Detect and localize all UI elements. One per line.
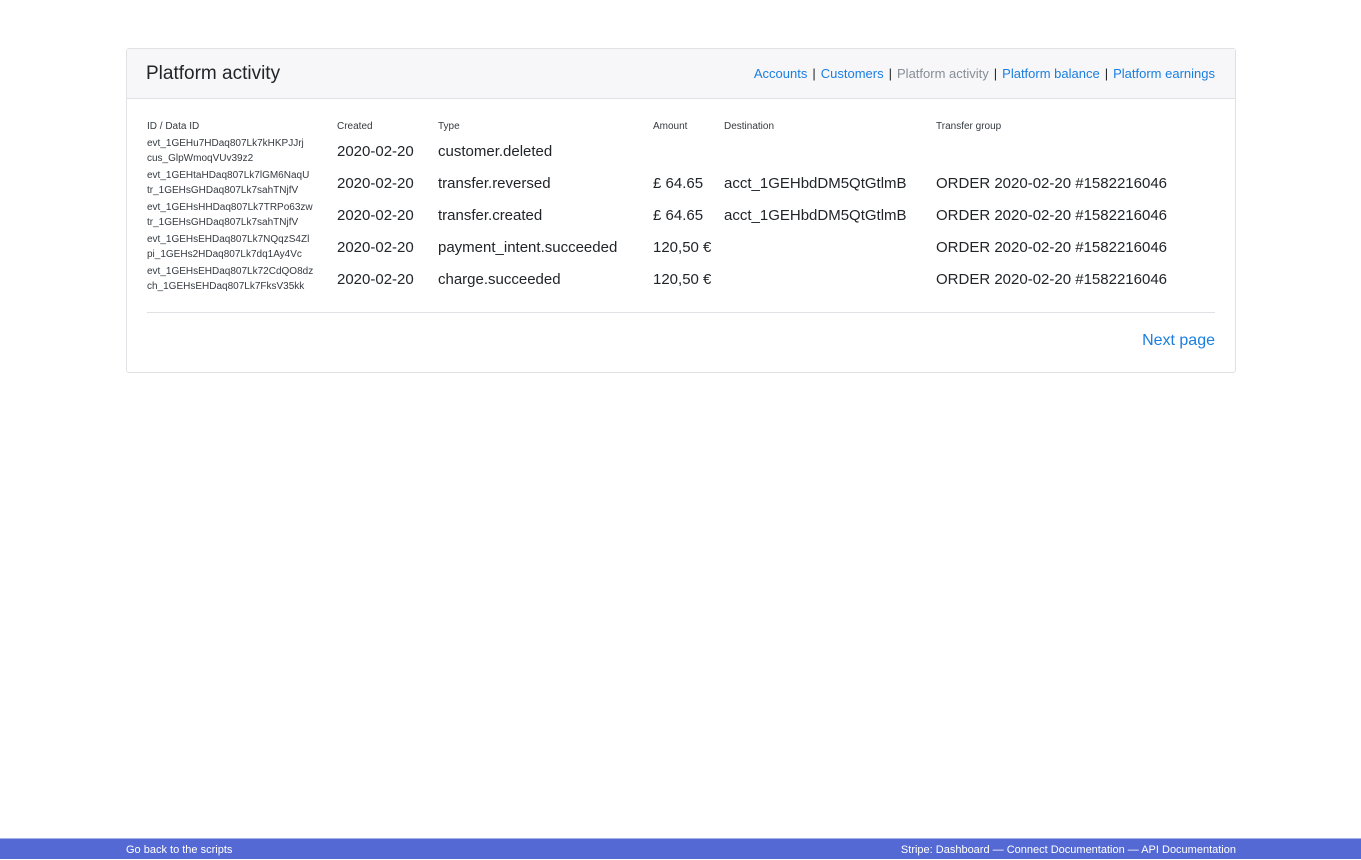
nav-link-customers[interactable]: Customers	[821, 66, 884, 81]
back-to-scripts-link[interactable]: Go back to the scripts	[126, 844, 232, 856]
nav-separator: |	[889, 66, 892, 81]
card-body: ID / Data ID Created Type Amount Destina…	[127, 99, 1235, 350]
activity-table: ID / Data ID Created Type Amount Destina…	[147, 119, 1215, 295]
column-header-destination: Destination	[724, 119, 936, 135]
pagination: Next page	[147, 313, 1215, 350]
type-cell: transfer.created	[438, 199, 653, 231]
table-row: evt_1GEHsEHDaq807Lk72CdQO8dz ch_1GEHsEHD…	[147, 263, 1215, 295]
platform-activity-card: Platform activity Accounts | Customers |…	[126, 48, 1236, 373]
data-id: cus_GlpWmoqVUv39z2	[147, 151, 337, 166]
section-nav: Accounts | Customers | Platform activity…	[754, 66, 1215, 81]
event-id-cell: evt_1GEHsHHDaq807Lk7TRPo63zw tr_1GEHsGHD…	[147, 199, 337, 231]
amount-cell: £ 64.65	[653, 199, 724, 231]
column-header-type: Type	[438, 119, 653, 135]
nav-link-platform-earnings[interactable]: Platform earnings	[1113, 66, 1215, 81]
table-row: evt_1GEHsEHDaq807Lk7NQqzS4Zl pi_1GEHs2HD…	[147, 231, 1215, 263]
event-id-cell: evt_1GEHtaHDaq807Lk7lGM6NaqU tr_1GEHsGHD…	[147, 167, 337, 199]
created-cell: 2020-02-20	[337, 167, 438, 199]
card-header: Platform activity Accounts | Customers |…	[127, 49, 1235, 99]
type-cell: customer.deleted	[438, 135, 653, 167]
data-id: tr_1GEHsGHDaq807Lk7sahTNjfV	[147, 215, 337, 230]
type-cell: payment_intent.succeeded	[438, 231, 653, 263]
nav-separator: |	[812, 66, 815, 81]
amount-cell	[653, 135, 724, 167]
amount-cell: 120,50 €	[653, 231, 724, 263]
amount-cell: 120,50 €	[653, 263, 724, 295]
transfer-group-cell: ORDER 2020-02-20 #1582216046	[936, 167, 1215, 199]
nav-current-platform-activity: Platform activity	[897, 66, 989, 81]
next-page-link[interactable]: Next page	[1142, 332, 1215, 350]
data-id: tr_1GEHsGHDaq807Lk7sahTNjfV	[147, 183, 337, 198]
nav-separator: |	[1105, 66, 1108, 81]
data-id: ch_1GEHsEHDaq807Lk7FksV35kk	[147, 279, 337, 294]
event-id: evt_1GEHu7HDaq807Lk7kHKPJJrj	[147, 136, 337, 151]
event-id: evt_1GEHsEHDaq807Lk7NQqzS4Zl	[147, 232, 337, 247]
created-cell: 2020-02-20	[337, 135, 438, 167]
event-id-cell: evt_1GEHsEHDaq807Lk72CdQO8dz ch_1GEHsEHD…	[147, 263, 337, 295]
column-header-transfer-group: Transfer group	[936, 119, 1215, 135]
transfer-group-cell: ORDER 2020-02-20 #1582216046	[936, 231, 1215, 263]
type-cell: charge.succeeded	[438, 263, 653, 295]
column-header-amount: Amount	[653, 119, 724, 135]
transfer-group-cell	[936, 135, 1215, 167]
nav-link-accounts[interactable]: Accounts	[754, 66, 807, 81]
column-header-created: Created	[337, 119, 438, 135]
created-cell: 2020-02-20	[337, 199, 438, 231]
transfer-group-cell: ORDER 2020-02-20 #1582216046	[936, 199, 1215, 231]
table-row: evt_1GEHsHHDaq807Lk7TRPo63zw tr_1GEHsGHD…	[147, 199, 1215, 231]
event-id-cell: evt_1GEHu7HDaq807Lk7kHKPJJrj cus_GlpWmoq…	[147, 135, 337, 167]
nav-link-platform-balance[interactable]: Platform balance	[1002, 66, 1100, 81]
bottom-bar: Go back to the scripts Stripe: Dashboard…	[0, 838, 1361, 859]
amount-cell: £ 64.65	[653, 167, 724, 199]
event-id: evt_1GEHsHHDaq807Lk7TRPo63zw	[147, 200, 337, 215]
transfer-group-cell: ORDER 2020-02-20 #1582216046	[936, 263, 1215, 295]
destination-cell	[724, 263, 936, 295]
type-cell: transfer.reversed	[438, 167, 653, 199]
event-id: evt_1GEHsEHDaq807Lk72CdQO8dz	[147, 264, 337, 279]
created-cell: 2020-02-20	[337, 263, 438, 295]
created-cell: 2020-02-20	[337, 231, 438, 263]
destination-cell	[724, 135, 936, 167]
table-header-row: ID / Data ID Created Type Amount Destina…	[147, 119, 1215, 135]
table-row: evt_1GEHtaHDaq807Lk7lGM6NaqU tr_1GEHsGHD…	[147, 167, 1215, 199]
table-row: evt_1GEHu7HDaq807Lk7kHKPJJrj cus_GlpWmoq…	[147, 135, 1215, 167]
destination-cell: acct_1GEHbdDM5QtGtlmB	[724, 167, 936, 199]
destination-cell	[724, 231, 936, 263]
destination-cell: acct_1GEHbdDM5QtGtlmB	[724, 199, 936, 231]
page-title: Platform activity	[146, 63, 280, 85]
data-id: pi_1GEHs2HDaq807Lk7dq1Ay4Vc	[147, 247, 337, 262]
event-id: evt_1GEHtaHDaq807Lk7lGM6NaqU	[147, 168, 337, 183]
stripe-docs-links[interactable]: Stripe: Dashboard — Connect Documentatio…	[901, 844, 1236, 856]
event-id-cell: evt_1GEHsEHDaq807Lk7NQqzS4Zl pi_1GEHs2HD…	[147, 231, 337, 263]
nav-separator: |	[994, 66, 997, 81]
column-header-id: ID / Data ID	[147, 119, 337, 135]
